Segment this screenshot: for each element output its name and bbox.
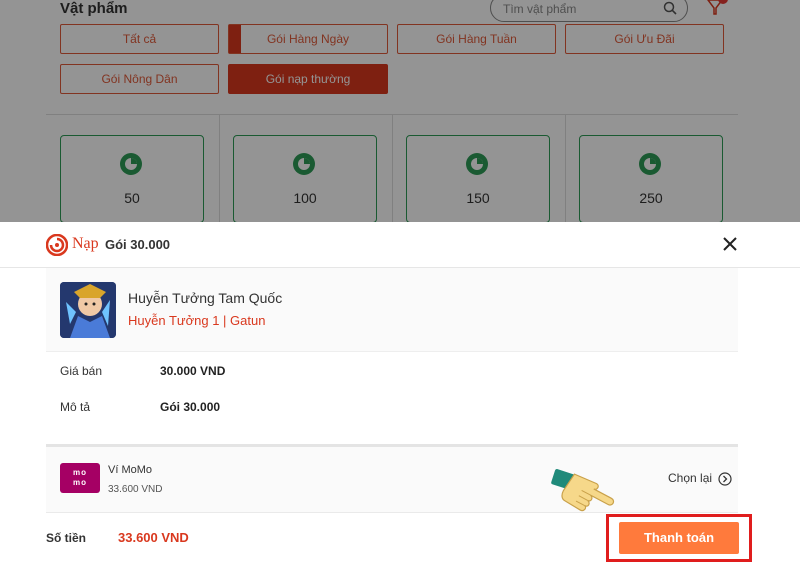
game-name: Huyễn Tưởng Tam Quốc <box>128 290 283 306</box>
momo-logo: mo mo <box>60 463 100 493</box>
payment-name: Ví MoMo <box>108 464 153 476</box>
price-label: Giá bán <box>60 364 103 378</box>
payment-amount: 33.600 VND <box>108 484 163 495</box>
total-value: 33.600 VND <box>118 530 189 545</box>
game-artwork-icon <box>60 282 116 338</box>
description-row: Mô tả Gói 30.000 <box>60 400 740 420</box>
total-label: Số tiền <box>46 531 87 545</box>
close-icon[interactable] <box>720 234 740 254</box>
nap-logo-icon <box>46 234 68 256</box>
description-value: Gói 30.000 <box>160 400 221 414</box>
payment-method: mo mo Ví MoMo 33.600 VND Chọn lại <box>46 447 738 513</box>
pay-button[interactable]: Thanh toán <box>619 522 739 554</box>
chevron-right-icon[interactable] <box>718 472 732 486</box>
game-info: Huyễn Tưởng Tam Quốc Huyễn Tưởng 1 | Gat… <box>46 268 738 352</box>
highlight-frame: Thanh toán <box>606 514 752 562</box>
price-row: Giá bán 30.000 VND <box>60 364 740 384</box>
game-server: Huyễn Tưởng 1 | Gatun <box>128 313 266 328</box>
game-avatar <box>60 282 116 338</box>
brand-name: Nạp <box>72 235 99 252</box>
sheet-header: Nạp Gói 30.000 <box>0 222 800 268</box>
choose-again-link[interactable]: Chọn lại <box>668 471 712 485</box>
price-value: 30.000 VND <box>160 364 226 378</box>
hand-pointer-icon <box>551 469 615 512</box>
purchase-sheet: Nạp Gói 30.000 Huyễn Tưởng Tam Quốc Huyễ… <box>0 222 800 575</box>
sheet-title: Gói 30.000 <box>105 237 171 252</box>
description-label: Mô tả <box>60 400 91 414</box>
